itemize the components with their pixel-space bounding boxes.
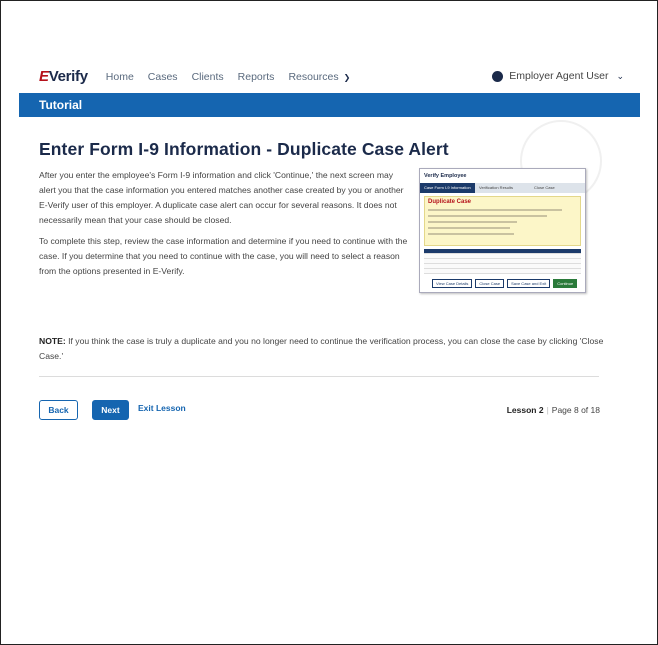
thumb-table-row: [424, 269, 581, 274]
thumb-steps: Case Form I-9 Information Verification R…: [420, 183, 585, 193]
nav-home[interactable]: Home: [106, 71, 134, 83]
thumb-button: Continue: [553, 279, 578, 288]
e-verify-logo[interactable]: E Verify: [39, 68, 88, 85]
logo-e: E: [39, 68, 49, 85]
duplicate-case-screenshot: Verify Employee Case Form I-9 Informatio…: [419, 168, 586, 293]
nav-clients[interactable]: Clients: [192, 71, 224, 83]
intro-paragraph: After you enter the employee's Form I-9 …: [39, 170, 404, 225]
note-label: NOTE:: [39, 336, 66, 346]
nav-cases[interactable]: Cases: [148, 71, 178, 83]
thumb-header: Verify Employee: [424, 173, 467, 179]
chevron-down-icon: ❯: [343, 72, 351, 82]
note-text: If you think the case is truly a duplica…: [39, 336, 604, 361]
nav-reports[interactable]: Reports: [238, 71, 275, 83]
thumb-alert-title: Duplicate Case: [428, 199, 472, 205]
lesson-progress: Lesson 2 | Page 8 of 18: [507, 405, 600, 415]
page-indicator: Page 8 of 18: [551, 405, 600, 415]
thumb-button: View Case Details: [432, 279, 473, 288]
thumb-text-line: [428, 227, 510, 229]
thumb-step: Close Case: [534, 185, 555, 190]
logo-text: Verify: [48, 68, 88, 85]
top-navigation: E Verify Home Cases Clients Reports Resou…: [19, 60, 640, 93]
lesson-label: Lesson 2: [506, 405, 544, 415]
next-button[interactable]: Next: [92, 400, 129, 420]
thumb-buttons: View Case Details Close Case Save Case a…: [432, 279, 578, 288]
thumb-text-line: [428, 233, 515, 235]
separator: |: [546, 405, 549, 415]
divider: [39, 376, 599, 377]
user-menu[interactable]: Employer Agent User ⌄: [492, 70, 624, 82]
page-title: Enter Form I-9 Information - Duplicate C…: [39, 139, 449, 159]
thumb-alert-box: Duplicate Case: [424, 196, 581, 246]
thumb-step: Verification Results: [479, 185, 514, 190]
thumb-button: Save Case and Exit: [507, 279, 551, 288]
note-paragraph: NOTE: If you think the case is truly a d…: [39, 334, 609, 364]
exit-lesson-link[interactable]: Exit Lesson: [138, 403, 186, 413]
instruction-paragraph: To complete this step, review the case i…: [39, 236, 408, 276]
nav-resources[interactable]: Resources ❯: [288, 71, 350, 83]
thumb-table: [424, 249, 581, 274]
nav-resources-label: Resources: [288, 70, 339, 83]
thumb-button: Close Case: [475, 279, 505, 288]
thumb-text-line: [428, 221, 518, 223]
nav-links: Home Cases Clients Reports Resources ❯: [106, 71, 350, 83]
thumb-text-line: [428, 209, 563, 211]
user-name: Employer Agent User: [509, 70, 609, 82]
user-account-icon: [492, 70, 504, 82]
back-button[interactable]: Back: [39, 400, 78, 420]
tutorial-banner: Tutorial: [19, 93, 640, 117]
chevron-down-icon: ⌄: [616, 70, 624, 81]
thumb-step: Case Form I-9 Information: [420, 183, 475, 193]
thumb-text-line: [428, 215, 548, 217]
